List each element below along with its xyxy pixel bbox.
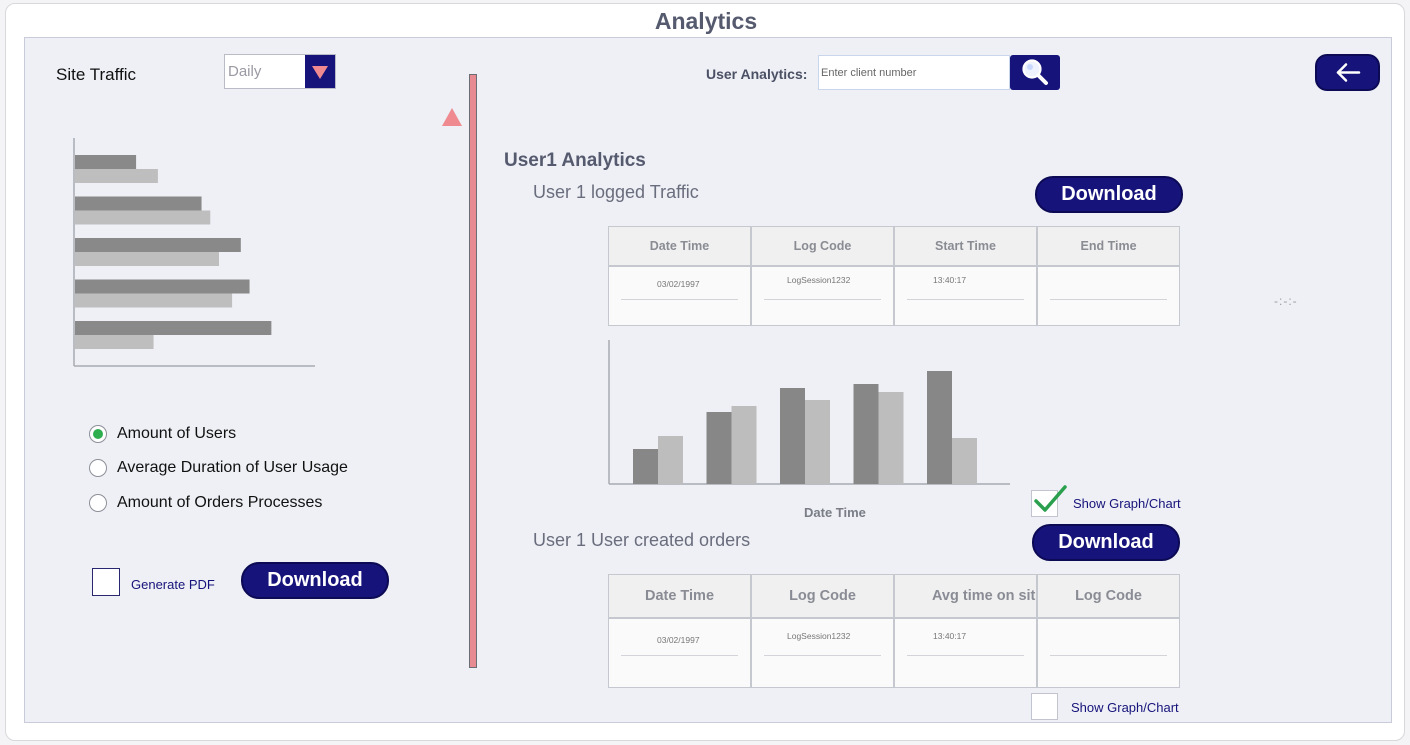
analytics-panel: Site Traffic Daily Amount of Users Avera…: [24, 37, 1392, 723]
bar-primary: [75, 238, 241, 252]
cell-divider: [1050, 655, 1167, 656]
column-header[interactable]: Date Time: [608, 226, 751, 266]
bar-primary: [780, 388, 805, 484]
bar-primary: [706, 412, 732, 484]
generate-pdf-checkbox[interactable]: [92, 568, 120, 596]
column-header[interactable]: Log Code: [751, 226, 894, 266]
bar-primary: [75, 196, 202, 211]
table-cell: [1037, 618, 1180, 688]
bar-secondary: [75, 169, 158, 183]
bar-secondary: [731, 406, 757, 484]
table-cell: LogSession1232: [751, 266, 894, 326]
cell-divider: [1050, 299, 1167, 300]
bar-secondary: [75, 252, 219, 266]
search-icon: [1022, 59, 1048, 85]
table-cell: [1037, 266, 1180, 326]
table-cell: 13:40:17: [894, 618, 1037, 688]
back-button[interactable]: [1315, 54, 1380, 91]
bar-primary: [633, 449, 658, 484]
column-header[interactable]: Start Time: [894, 226, 1037, 266]
cell-divider: [621, 655, 738, 656]
bar-primary: [853, 384, 879, 484]
cell-divider: [621, 299, 738, 300]
page-title: Analytics: [654, 8, 758, 34]
column-header[interactable]: Log Code: [1037, 574, 1180, 618]
collapse-arrow-icon[interactable]: [442, 108, 462, 126]
cell-divider: [764, 655, 881, 656]
show-graph-label: Show Graph/Chart: [1073, 496, 1181, 511]
client-number-input[interactable]: [821, 56, 1006, 89]
bar-secondary: [805, 400, 830, 484]
bar-secondary: [658, 436, 683, 484]
cell-avg-time: 13:40:17: [933, 631, 967, 641]
chart-x-axis-label: Date Time: [804, 505, 866, 520]
bar-secondary: [878, 392, 904, 484]
checkmark-icon: [1034, 485, 1067, 512]
column-header[interactable]: Date Time: [608, 574, 751, 618]
cell-date-time: 03/02/1997: [657, 279, 700, 289]
orders-table: Date Time Log Code Avg time on site Log …: [608, 574, 1180, 688]
option-label: Average Duration of User Usage: [117, 459, 348, 476]
user-traffic-bar-chart: [608, 340, 1010, 485]
bar-secondary: [75, 293, 233, 308]
dropdown-arrow-icon[interactable]: [305, 55, 335, 88]
site-traffic-download-button[interactable]: Download: [241, 562, 389, 599]
option-amount-of-users[interactable]: Amount of Users: [89, 422, 236, 446]
table-cell: 03/02/1997: [608, 618, 751, 688]
generate-pdf-label: Generate PDF: [131, 577, 215, 592]
cell-log-code: LogSession1232: [787, 275, 851, 285]
cell-date-time: 03/02/1997: [657, 635, 700, 645]
cell-start-time: 13:40:17: [933, 275, 967, 285]
bar-secondary: [75, 210, 211, 225]
cell-divider: [764, 299, 881, 300]
table-cell: 03/02/1997: [608, 266, 751, 326]
period-dropdown[interactable]: Daily: [224, 54, 336, 89]
column-header[interactable]: End Time: [1037, 226, 1180, 266]
user-analytics-label: User Analytics:: [706, 66, 808, 82]
app-window: Analytics Site Traffic Daily Amount of U…: [5, 3, 1405, 741]
cell-log-code: LogSession1232: [787, 631, 851, 641]
orders-subtitle: User 1 User created orders: [533, 530, 751, 550]
traffic-table: Date Time Log Code Start Time End Time 0…: [608, 226, 1180, 326]
show-graph-label: Show Graph/Chart: [1071, 700, 1179, 715]
radio-average-duration[interactable]: [89, 459, 107, 477]
column-header[interactable]: Log Code: [751, 574, 894, 618]
bar-primary: [75, 279, 250, 294]
back-arrow-icon: [1336, 63, 1361, 82]
bar-primary: [75, 155, 137, 169]
traffic-download-button[interactable]: Download: [1035, 176, 1183, 213]
site-traffic-label: Site Traffic: [56, 65, 136, 84]
bar-primary: [75, 321, 272, 335]
radio-amount-of-orders[interactable]: [89, 494, 107, 512]
search-button[interactable]: [1010, 55, 1060, 90]
option-label: Amount of Orders Processes: [117, 494, 323, 511]
site-traffic-bar-chart: [73, 138, 315, 367]
table-cell: 13:40:17: [894, 266, 1037, 326]
bar-secondary: [75, 335, 154, 349]
option-label: Amount of Users: [117, 425, 237, 442]
radio-amount-of-users[interactable]: [89, 425, 107, 443]
show-graph-checkbox-orders[interactable]: [1031, 693, 1058, 720]
panel-splitter[interactable]: [469, 74, 477, 668]
period-dropdown-value: Daily: [228, 63, 262, 80]
user-analytics-title: User1 Analytics: [504, 150, 646, 171]
time-placeholder: -:-:-: [1274, 294, 1298, 308]
option-amount-of-orders[interactable]: Amount of Orders Processes: [89, 491, 322, 515]
client-search-field[interactable]: [818, 55, 1010, 90]
column-header[interactable]: Avg time on site: [894, 574, 1037, 618]
cell-divider: [907, 655, 1024, 656]
orders-download-button[interactable]: Download: [1032, 524, 1180, 561]
table-cell: LogSession1232: [751, 618, 894, 688]
traffic-subtitle: User 1 logged Traffic: [533, 182, 699, 202]
option-average-duration[interactable]: Average Duration of User Usage: [89, 456, 348, 480]
cell-divider: [907, 299, 1024, 300]
bar-primary: [927, 371, 952, 484]
show-graph-checkbox-traffic[interactable]: [1031, 485, 1067, 517]
bar-secondary: [952, 438, 977, 484]
